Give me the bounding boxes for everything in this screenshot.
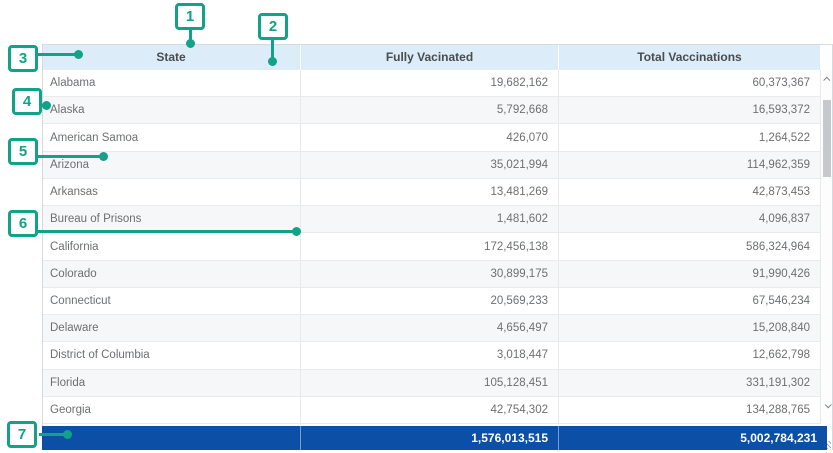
- fully-vacinated-cell: 4,656,497: [300, 315, 558, 341]
- total-vaccinations-cell: 586,324,964: [558, 233, 820, 259]
- callout-5-dot: [99, 152, 108, 161]
- table-row: Colorado 30,899,175 91,990,426: [42, 261, 820, 288]
- total-vaccinations-cell: 331,191,302: [558, 370, 820, 396]
- vertical-scrollbar[interactable]: [820, 70, 833, 424]
- fully-vacinated-cell: 105,128,451: [300, 370, 558, 396]
- state-cell: Colorado: [42, 261, 300, 287]
- fully-vacinated-cell: 19,682,162: [300, 70, 558, 96]
- callout-4-badge: 4: [12, 88, 42, 115]
- state-cell: California: [42, 233, 300, 259]
- callout-7-line: [39, 433, 65, 436]
- state-cell: District of Columbia: [42, 342, 300, 368]
- fully-vacinated-cell: 1,481,602: [300, 206, 558, 232]
- column-header-total-vaccinations[interactable]: Total Vaccinations: [558, 44, 820, 70]
- state-cell: Georgia: [42, 397, 300, 423]
- callout-6-dot: [292, 227, 301, 236]
- callout-3-dot: [74, 50, 83, 59]
- state-cell: Florida: [42, 370, 300, 396]
- state-cell: American Samoa: [42, 124, 300, 150]
- total-vaccinations-cell: 91,990,426: [558, 261, 820, 287]
- callout-3-badge: 3: [8, 45, 38, 72]
- total-vaccinations-cell: 67,546,234: [558, 288, 820, 314]
- table-header-row: State Fully Vacinated Total Vaccinations: [42, 44, 833, 70]
- total-vaccinations-cell: 15,208,840: [558, 315, 820, 341]
- callout-1-dot: [186, 39, 195, 48]
- fully-vacinated-cell: 3,018,447: [300, 342, 558, 368]
- total-vaccinations-cell: 1,264,522: [558, 124, 820, 150]
- callout-7-dot: [63, 430, 72, 439]
- total-vaccinations-cell: 42,873,453: [558, 179, 820, 205]
- table-row: Alaska 5,792,668 16,593,372: [42, 97, 820, 124]
- state-cell: Alabama: [42, 70, 300, 96]
- callout-2-badge: 2: [258, 13, 288, 40]
- fully-vacinated-cell: 30,899,175: [300, 261, 558, 287]
- state-cell: Delaware: [42, 315, 300, 341]
- state-cell: Connecticut: [42, 288, 300, 314]
- fully-vacinated-cell: 5,792,668: [300, 97, 558, 123]
- fully-vacinated-cell: 13,481,269: [300, 179, 558, 205]
- annotated-table-screenshot: State Fully Vacinated Total Vaccinations…: [0, 0, 833, 453]
- state-cell: Arkansas: [42, 179, 300, 205]
- column-header-fully-vacinated[interactable]: Fully Vacinated: [300, 44, 558, 70]
- table-rows: Alabama 19,682,162 60,373,367 Alaska 5,7…: [42, 70, 820, 424]
- total-vaccinations-cell: 16,593,372: [558, 97, 820, 123]
- state-cell: Bureau of Prisons: [42, 206, 300, 232]
- total-vaccinations-cell: 4,096,837: [558, 206, 820, 232]
- table-row: Alabama 19,682,162 60,373,367: [42, 70, 820, 97]
- callout-5-badge: 5: [8, 138, 38, 165]
- table-row: District of Columbia 3,018,447 12,662,79…: [42, 342, 820, 369]
- scroll-up-button[interactable]: [821, 72, 833, 86]
- callout-5-line: [38, 155, 100, 158]
- table-row: Connecticut 20,569,233 67,546,234: [42, 288, 820, 315]
- fully-vacinated-cell: 20,569,233: [300, 288, 558, 314]
- state-cell: Alaska: [42, 97, 300, 123]
- totals-total-vaccinations-cell: 5,002,784,231: [558, 426, 827, 450]
- fully-vacinated-cell: 35,021,994: [300, 152, 558, 178]
- totals-state-cell: [42, 426, 300, 450]
- totals-row: 1,576,013,515 5,002,784,231: [42, 426, 827, 450]
- callout-6-line: [38, 230, 293, 233]
- callout-3-line: [38, 53, 78, 56]
- vaccination-table-widget: State Fully Vacinated Total Vaccinations…: [42, 44, 833, 450]
- table-row: Arkansas 13,481,269 42,873,453: [42, 179, 820, 206]
- totals-fully-vacinated-cell: 1,576,013,515: [300, 426, 558, 450]
- callout-4-dot: [42, 101, 51, 110]
- callout-7-badge: 7: [7, 421, 37, 448]
- total-vaccinations-cell: 12,662,798: [558, 342, 820, 368]
- chevron-up-icon: [823, 76, 830, 83]
- table-row: California 172,456,138 586,324,964: [42, 233, 820, 260]
- table-row: Florida 105,128,451 331,191,302: [42, 370, 820, 397]
- table-row: American Samoa 426,070 1,264,522: [42, 124, 820, 151]
- header-scrollbar-corner: [820, 44, 833, 70]
- chevron-down-icon: [825, 401, 832, 408]
- total-vaccinations-cell: 60,373,367: [558, 70, 820, 96]
- fully-vacinated-cell: 172,456,138: [300, 233, 558, 259]
- callout-6-badge: 6: [8, 210, 38, 237]
- table-body: Alabama 19,682,162 60,373,367 Alaska 5,7…: [42, 70, 833, 424]
- total-vaccinations-cell: 134,288,765: [558, 397, 820, 423]
- scroll-down-button[interactable]: [821, 398, 833, 412]
- scrollbar-thumb[interactable]: [823, 100, 831, 177]
- fully-vacinated-cell: 42,754,302: [300, 397, 558, 423]
- table-row: Delaware 4,656,497 15,208,840: [42, 315, 820, 342]
- total-vaccinations-cell: 114,962,359: [558, 152, 820, 178]
- table-row: Georgia 42,754,302 134,288,765: [42, 397, 820, 424]
- table-row: Arizona 35,021,994 114,962,359: [42, 152, 820, 179]
- callout-2-dot: [268, 57, 277, 66]
- fully-vacinated-cell: 426,070: [300, 124, 558, 150]
- callout-1-badge: 1: [175, 3, 205, 30]
